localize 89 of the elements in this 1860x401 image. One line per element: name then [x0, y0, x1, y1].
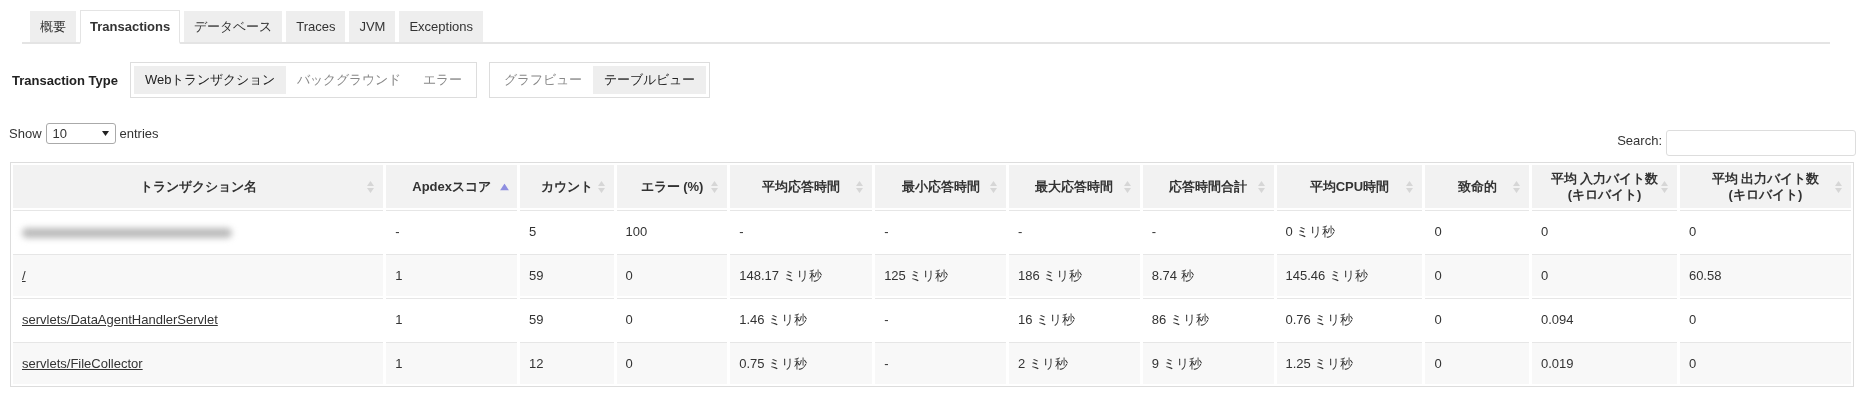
column-header[interactable]: Apdexスコア	[386, 165, 518, 208]
table-cell: 2 ミリ秒	[1017, 355, 1068, 371]
table-cell: 0	[625, 268, 633, 283]
table-cell: 0.76 ミリ秒	[1285, 311, 1354, 327]
sort-icon	[855, 179, 865, 194]
table-cell: -	[395, 224, 400, 239]
search-field[interactable]	[1666, 130, 1856, 156]
entries-label: entries	[119, 126, 159, 141]
column-header[interactable]: 平均 入力バイト数 (キロバイト)	[1532, 165, 1677, 208]
table-cell: -	[884, 356, 889, 371]
search-label: Search:	[1617, 132, 1662, 148]
table-cell: 0.019	[1541, 356, 1574, 371]
table-cell: 16 ミリ秒	[1017, 311, 1075, 327]
sort-ascending-icon	[500, 183, 510, 190]
sort-icon	[1405, 179, 1415, 194]
table-cell: 0	[1688, 224, 1697, 239]
tab[interactable]: 概要	[30, 11, 76, 42]
table-cell: -	[1151, 224, 1157, 239]
column-header[interactable]: 最大応答時間	[1008, 165, 1140, 208]
segment-button[interactable]: Webトランザクション	[133, 66, 287, 94]
table-cell: -	[884, 312, 889, 327]
table-cell: 0	[1434, 268, 1442, 283]
table-cell: 0.75 ミリ秒	[739, 355, 808, 371]
table-cell: 186 ミリ秒	[1017, 267, 1083, 283]
table-cell: 0	[1688, 312, 1697, 327]
sort-icon	[988, 179, 998, 194]
sort-icon	[710, 179, 720, 194]
table-cell: 59	[529, 312, 544, 327]
table-cell: 1	[395, 268, 403, 283]
segment-button[interactable]: テーブルビュー	[593, 66, 707, 94]
table-cell: 0.094	[1541, 312, 1574, 327]
tab[interactable]: Traces	[286, 11, 346, 42]
column-header[interactable]: 平均CPU時間	[1276, 165, 1423, 208]
tab[interactable]: Transactions	[80, 10, 181, 44]
table-cell: 8.74 秒	[1151, 267, 1194, 283]
transaction-link[interactable]: /	[22, 268, 26, 283]
column-header[interactable]: 致命的	[1425, 165, 1530, 208]
table-cell: 9 ミリ秒	[1151, 355, 1202, 371]
table-cell: 0	[1688, 356, 1697, 371]
table-cell: -	[884, 224, 889, 239]
sort-icon	[596, 179, 606, 194]
table-cell: 1.46 ミリ秒	[739, 311, 808, 327]
column-header[interactable]: 応答時間合計	[1142, 165, 1274, 208]
filter-label: Transaction Type	[12, 72, 118, 88]
caret-icon	[101, 131, 109, 136]
table-cell: 1.25 ミリ秒	[1285, 355, 1354, 371]
column-header[interactable]: 平均応答時間	[730, 165, 873, 208]
segment-button[interactable]: バックグラウンド	[286, 66, 413, 94]
sort-icon	[1122, 179, 1132, 194]
table-cell: 0	[1434, 356, 1442, 371]
table-cell: 5	[529, 224, 537, 239]
table-cell: -	[1017, 224, 1023, 239]
sort-icon	[1659, 179, 1669, 194]
column-header[interactable]: カウント	[520, 165, 614, 208]
column-header[interactable]: トランザクション名	[13, 165, 384, 208]
table-cell: 60.58	[1688, 268, 1722, 283]
table-cell: 0	[1434, 312, 1442, 327]
table-cell: -	[739, 224, 744, 239]
table-cell: 0	[625, 356, 633, 371]
column-header[interactable]: エラー (%)	[616, 165, 728, 208]
table-cell: 125 ミリ秒	[884, 267, 949, 283]
sort-icon	[366, 179, 376, 194]
table-cell: 0	[1434, 224, 1442, 239]
sort-icon	[1834, 179, 1843, 194]
table-cell: 1	[395, 312, 403, 327]
sort-icon	[1512, 179, 1522, 194]
table-cell: 86 ミリ秒	[1151, 311, 1209, 327]
sort-icon	[1256, 179, 1266, 194]
transaction-link[interactable]: servlets/DataAgentHandlerServlet	[22, 312, 218, 327]
table-cell: 0 ミリ秒	[1285, 223, 1336, 239]
column-header[interactable]: 最小応答時間	[875, 165, 1006, 208]
entries-dropdown[interactable]: 10	[45, 123, 116, 144]
tab[interactable]: JVM	[349, 11, 396, 42]
table-cell: 0	[1541, 224, 1549, 239]
table-cell: 59	[529, 268, 544, 283]
table-cell: 12	[529, 356, 544, 371]
table-cell: 148.17 ミリ秒	[739, 267, 822, 283]
column-header[interactable]: 平均 出力バイト数 (キロバイト)	[1679, 165, 1851, 208]
table-cell: 1	[395, 356, 403, 371]
table-cell: 0	[625, 312, 633, 327]
segment-button[interactable]: グラフビュー	[493, 66, 594, 94]
table-cell: 145.46 ミリ秒	[1285, 267, 1368, 283]
transaction-link[interactable]: servlets/FileCollector	[22, 356, 143, 371]
tab[interactable]: Exceptions	[399, 11, 484, 42]
segment-button[interactable]: エラー	[412, 66, 474, 94]
tab[interactable]: データベース	[184, 11, 283, 42]
show-label: Show	[9, 126, 42, 141]
table-cell: 100	[625, 224, 648, 239]
table-cell: 0	[1541, 268, 1549, 283]
